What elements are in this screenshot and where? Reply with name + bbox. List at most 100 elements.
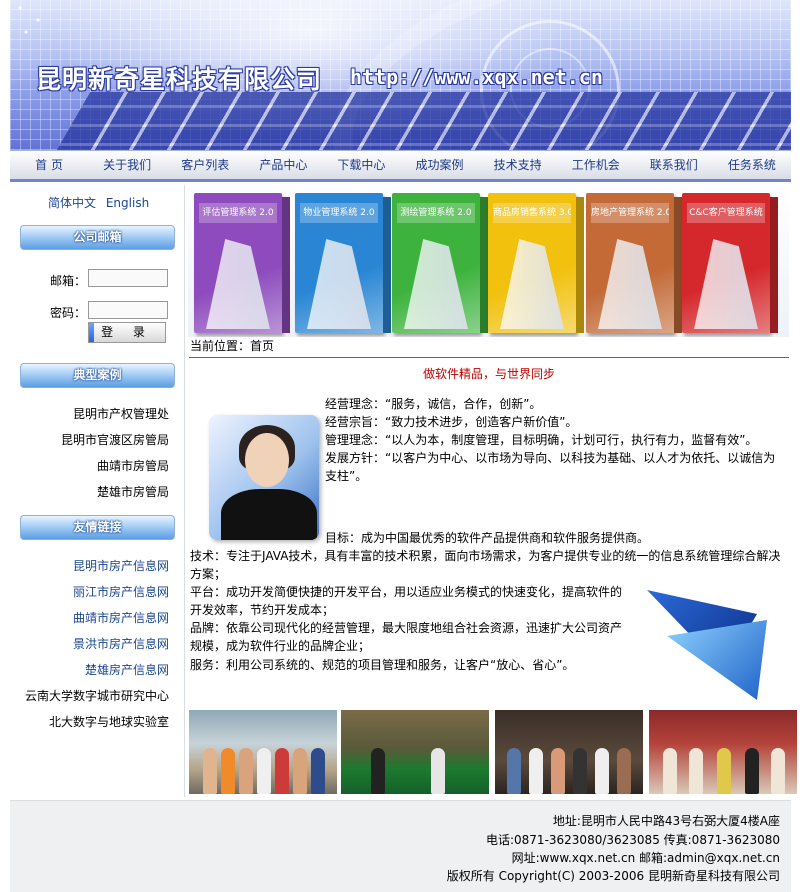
footer: 地址:昆明市人民中路43号右弼大厦4楼A座 电话:0871-3623080/36… [10,800,791,892]
photo-figure [239,748,253,794]
product-boxes-banner: 评估管理系统 2.0 物业管理系统 2.0 测绘管理系统 2.0 商品房销售系统 3.… [188,187,789,337]
email-field[interactable] [88,269,168,287]
photo-figure [371,748,385,794]
team-photo[interactable] [341,710,489,794]
product-box-title: 测绘管理系统 2.0 [397,203,475,223]
product-box-title: 评估管理系统 2.0 [199,203,277,223]
photo-figure [595,748,609,794]
text-line: 管理理念：“以人为本，制度管理，目标明确，计划可行，执行有力，监督有效”。 [325,433,758,447]
case-link[interactable]: 楚雄市房管局 [97,483,169,500]
product-box-side [383,197,391,333]
friend-link[interactable]: 云南大学数字城市研究中心 [25,687,169,704]
friend-link[interactable]: 景洪市房产信息网 [73,635,169,652]
slogan: 做软件精品，与世界同步 [422,367,555,381]
photo-figure [221,748,235,794]
photo-figure [529,748,543,794]
case-link[interactable]: 曲靖市房管局 [97,457,169,474]
product-box-building [694,239,758,329]
team-photo[interactable] [189,710,337,794]
lang-zh-link[interactable]: 简体中文 [48,196,96,210]
nav-home[interactable]: 首 页 [10,151,88,179]
friend-link[interactable]: 楚雄房产信息网 [85,661,169,678]
lang-en-link[interactable]: English [106,196,149,210]
product-box-building [500,239,564,329]
product-box-side [770,197,778,333]
sparkle-icon [10,0,50,40]
product-box[interactable]: 测绘管理系统 2.0 [392,193,488,333]
photo-figure [311,748,325,794]
photo-figure [257,748,271,794]
product-box[interactable]: C&C客户管理系统 [682,193,778,333]
product-box[interactable]: 商品房销售系统 3.0 [488,193,584,333]
nav-contact[interactable]: 联系我们 [635,151,713,179]
product-box[interactable]: 物业管理系统 2.0 [295,193,391,333]
nav-about[interactable]: 关于我们 [88,151,166,179]
text-line: 平台：成功开发简便快捷的开发平台，用以适应业务模式的快速变化，提高软件的 [190,585,623,599]
product-box-building [598,239,662,329]
photo-figure [431,748,445,794]
main-content: 评估管理系统 2.0 物业管理系统 2.0 测绘管理系统 2.0 商品房销售系统 3.… [187,185,797,797]
login-button[interactable]: 登 录 [88,322,166,343]
photo-figure [275,748,289,794]
product-box-side [576,197,584,333]
friend-link[interactable]: 丽江市房产信息网 [73,583,169,600]
product-box[interactable]: 房地产管理系统 2.0 [586,193,682,333]
customer-service-photo [209,415,319,540]
product-box-side [282,197,290,333]
product-box-building [307,239,371,329]
friend-link[interactable]: 曲靖市房产信息网 [73,609,169,626]
product-box-title: C&C客户管理系统 [687,203,765,223]
password-label: 密码： [50,306,87,320]
password-field[interactable] [88,301,168,319]
text-line: 经营理念：“服务，诚信，合作，创新”。 [325,397,542,411]
nav-downloads[interactable]: 下载中心 [322,151,400,179]
photo-figure [293,748,307,794]
column-divider [184,185,185,797]
photo-figure [663,748,677,794]
site-url: http://www.xqx.net.cn [350,65,603,89]
friend-link[interactable]: 昆明市房产信息网 [73,557,169,574]
mail-section-header: 公司邮箱 [20,225,175,250]
product-box-title: 物业管理系统 2.0 [300,203,378,223]
company-name: 昆明新奇星科技有限公司 [36,65,323,94]
text-line: 品牌：依靠公司现代化的经营管理，最大限度地组合社会资源，迅速扩大公司资产 [190,621,623,635]
keyboard-graphic [49,92,791,150]
email-label: 邮箱： [50,274,87,288]
photo-figure-body [221,489,317,540]
logo-shape-light [667,620,767,700]
photo-figure [203,748,217,794]
friend-link[interactable]: 北大数字与地球实验室 [49,713,169,730]
nav-support[interactable]: 技术支持 [479,151,557,179]
photo-figure [745,748,759,794]
nav-jobs[interactable]: 工作机会 [557,151,635,179]
nav-tasks[interactable]: 任务系统 [713,151,791,179]
team-photo[interactable] [649,710,797,794]
photo-figure [689,748,703,794]
team-photo-gallery [189,710,797,794]
product-box-title: 商品房销售系统 3.0 [493,203,571,223]
case-link[interactable]: 昆明市官渡区房管局 [61,431,169,448]
text-line: 支柱”。 [325,469,368,483]
text-line: 服务：利用公司系统的、规范的项目管理和服务，让客户“放心、省心”。 [190,658,575,672]
nav-products[interactable]: 产品中心 [244,151,322,179]
language-switcher: 简体中文 English [48,194,149,211]
team-photo[interactable] [495,710,643,794]
text-line: 规模，成为软件行业的品牌企业； [190,639,371,653]
text-line: 发展方针：“以客户为中心、以市场为导向、以科技为基础、以人才为依托、以诚信为 [325,451,776,465]
product-box[interactable]: 评估管理系统 2.0 [194,193,290,333]
links-section-header: 友情链接 [20,515,175,540]
product-box-title: 房地产管理系统 2.0 [591,203,669,223]
photo-figure [573,748,587,794]
cases-section-header: 典型案例 [20,363,175,388]
case-link[interactable]: 昆明市产权管理处 [73,405,169,422]
main-nav: 首 页 关于我们 客户列表 产品中心 下载中心 成功案例 技术支持 工作机会 联… [10,150,791,182]
sidebar: 简体中文 English 公司邮箱 邮箱： 密码： 登 录 典型案例 昆明市产权… [10,185,184,797]
nav-clients[interactable]: 客户列表 [166,151,244,179]
footer-copyright: 版权所有 Copyright(C) 2003-2006 昆明新奇星科技有限公司 [446,869,780,883]
text-line: 目标：成为中国最优秀的软件产品提供商和软件服务提供商。 [325,531,650,545]
product-box-side [480,197,488,333]
product-box-building [206,239,270,329]
photo-figure [617,748,631,794]
header-banner: 昆明新奇星科技有限公司 http://www.xqx.net.cn [10,0,791,150]
nav-cases[interactable]: 成功案例 [400,151,478,179]
